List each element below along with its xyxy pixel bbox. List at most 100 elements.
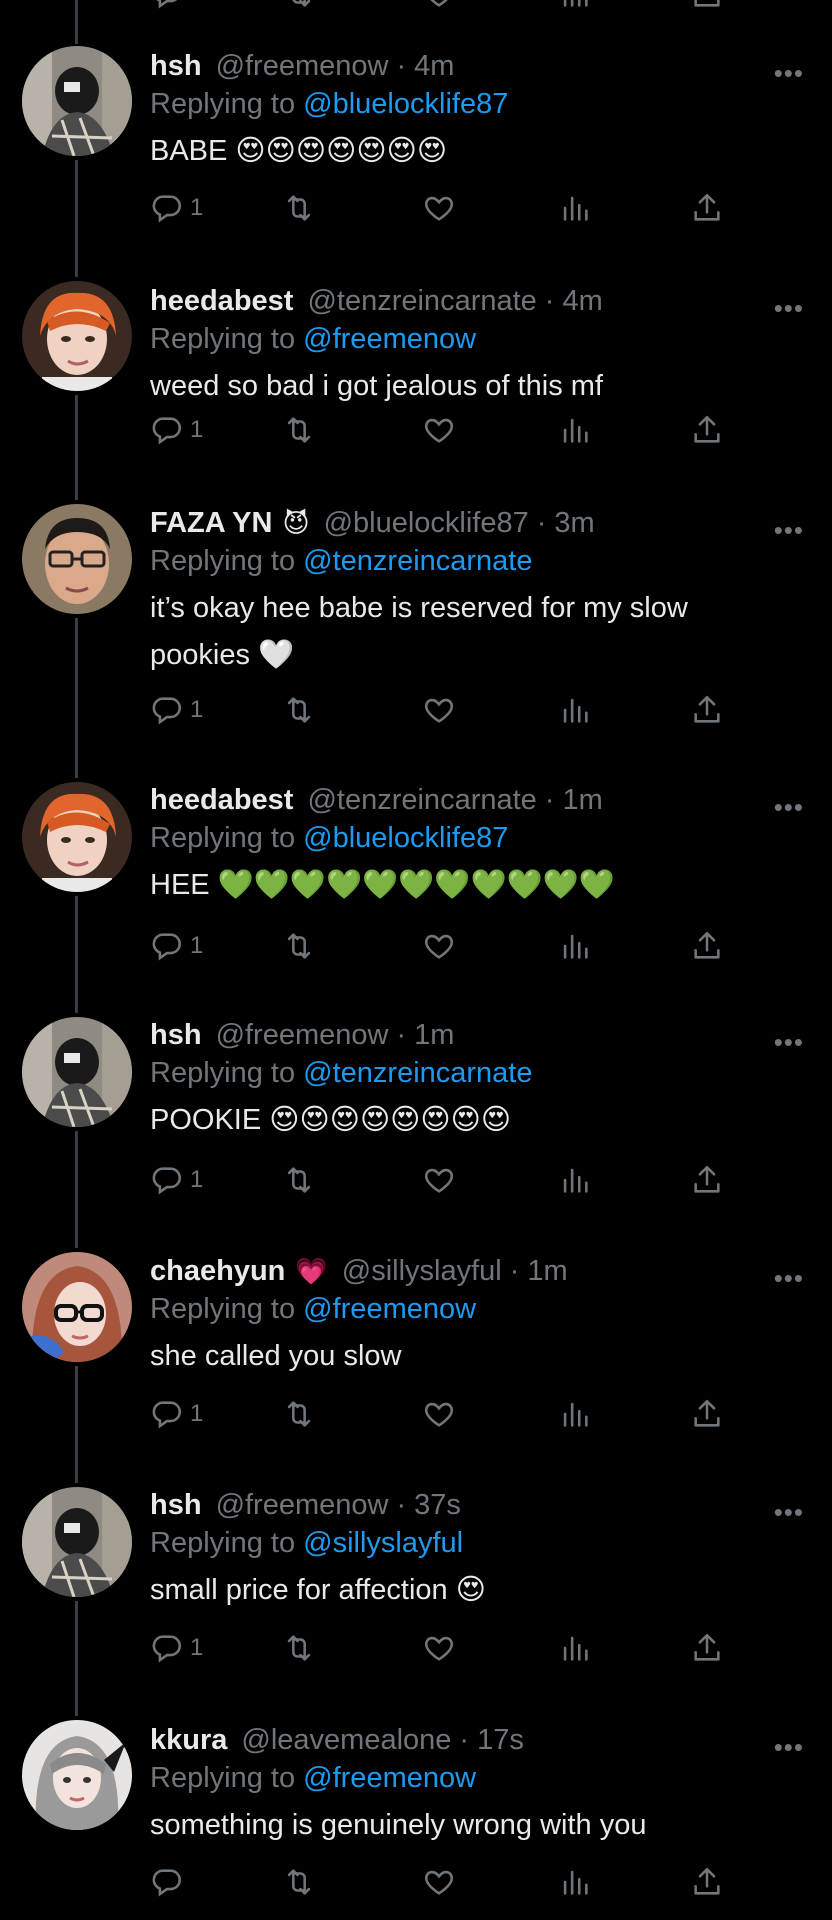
replying-to-handle[interactable]: @freemenow <box>303 1762 476 1794</box>
retweet-button[interactable] <box>282 690 316 730</box>
share-icon <box>690 1163 724 1197</box>
reply-button[interactable]: 1 <box>150 690 203 730</box>
views-button[interactable] <box>558 1862 592 1902</box>
timestamp[interactable]: 1m <box>414 1017 454 1053</box>
reply-count: 1 <box>190 1400 204 1427</box>
more-icon[interactable]: ••• <box>774 1497 804 1528</box>
replying-to-handle[interactable]: @freemenow <box>303 323 476 355</box>
separator-dot: · <box>509 1255 520 1287</box>
more-icon[interactable]: ••• <box>774 515 804 546</box>
like-button[interactable] <box>422 1628 456 1668</box>
replying-to-handle[interactable]: @tenzreincarnate <box>303 1057 532 1089</box>
share-button[interactable] <box>690 926 724 966</box>
avatar[interactable] <box>22 1487 132 1597</box>
display-name[interactable]: heedabest <box>150 782 293 818</box>
retweet-button[interactable] <box>282 188 316 228</box>
timestamp[interactable]: 1m <box>562 782 602 818</box>
share-button[interactable] <box>690 1160 724 1200</box>
replying-to-handle[interactable]: @freemenow <box>303 1293 476 1325</box>
like-button[interactable] <box>422 410 456 450</box>
user-handle[interactable]: @bluelocklife87 <box>324 505 529 541</box>
reply-button[interactable]: 1 <box>150 410 203 450</box>
like-button[interactable] <box>422 1160 456 1200</box>
share-button[interactable] <box>690 410 724 450</box>
retweet-button[interactable] <box>282 1394 316 1434</box>
user-handle[interactable]: @freemenow <box>216 1017 389 1053</box>
tweet-text: it’s okay hee babe is reserved for my sl… <box>150 592 688 671</box>
display-name[interactable]: hsh <box>150 1487 202 1523</box>
avatar[interactable] <box>22 1720 132 1830</box>
share-button[interactable] <box>690 1394 724 1434</box>
views-button[interactable] <box>558 690 592 730</box>
replying-to-handle[interactable]: @bluelocklife87 <box>303 822 508 854</box>
avatar[interactable] <box>22 1017 132 1127</box>
views-button[interactable] <box>558 926 592 966</box>
reply-button[interactable]: 1 <box>150 926 203 966</box>
reply-icon <box>150 693 184 727</box>
more-icon[interactable]: ••• <box>774 58 804 89</box>
user-handle[interactable]: @tenzreincarnate <box>307 782 536 818</box>
retweet-icon <box>282 0 316 14</box>
timestamp[interactable]: 17s <box>477 1722 524 1758</box>
display-name[interactable]: FAZA YN <box>150 505 272 541</box>
timestamp[interactable]: 37s <box>414 1487 461 1523</box>
retweet-button[interactable] <box>282 1628 316 1668</box>
more-icon[interactable]: ••• <box>774 1263 804 1294</box>
avatar[interactable] <box>22 281 132 391</box>
heart-icon <box>422 1163 456 1197</box>
views-button[interactable] <box>558 188 592 228</box>
user-handle[interactable]: @sillyslayful <box>342 1253 502 1289</box>
more-icon[interactable]: ••• <box>774 1027 804 1058</box>
replying-to-handle[interactable]: @bluelocklife87 <box>303 88 508 120</box>
avatar[interactable] <box>22 46 132 156</box>
more-icon[interactable]: ••• <box>774 1732 804 1763</box>
display-name[interactable]: hsh <box>150 48 202 84</box>
avatar[interactable] <box>22 504 132 614</box>
heart-icon <box>422 1397 456 1431</box>
share-button[interactable] <box>690 1628 724 1668</box>
reply-icon <box>150 1163 184 1197</box>
reply-button[interactable]: 1 <box>150 1628 203 1668</box>
views-button[interactable] <box>558 1394 592 1434</box>
reply-button[interactable]: 1 <box>150 188 203 228</box>
retweet-button[interactable] <box>282 1160 316 1200</box>
timestamp[interactable]: 4m <box>414 48 454 84</box>
display-name[interactable]: kkura <box>150 1722 227 1758</box>
like-button[interactable] <box>422 690 456 730</box>
retweet-button[interactable] <box>282 926 316 966</box>
display-name[interactable]: heedabest <box>150 283 293 319</box>
timestamp[interactable]: 3m <box>554 505 594 541</box>
tweet-actions: 1 <box>150 1160 730 1200</box>
user-handle[interactable]: @freemenow <box>216 1487 389 1523</box>
views-button[interactable] <box>558 410 592 450</box>
timestamp[interactable]: 1m <box>527 1253 567 1289</box>
like-button[interactable] <box>422 1862 456 1902</box>
views-button[interactable] <box>558 1160 592 1200</box>
user-handle[interactable]: @tenzreincarnate <box>307 283 536 319</box>
views-button[interactable] <box>558 1628 592 1668</box>
avatar[interactable] <box>22 782 132 892</box>
reply-button[interactable]: 1 <box>150 1394 203 1434</box>
retweet-button[interactable] <box>282 410 316 450</box>
display-name[interactable]: chaehyun <box>150 1253 285 1289</box>
views-icon <box>558 413 592 447</box>
replying-to-handle[interactable]: @tenzreincarnate <box>303 545 532 577</box>
display-name[interactable]: hsh <box>150 1017 202 1053</box>
reply-button[interactable] <box>150 1862 184 1902</box>
retweet-button[interactable] <box>282 1862 316 1902</box>
like-button[interactable] <box>422 1394 456 1434</box>
share-button[interactable] <box>690 188 724 228</box>
share-button[interactable] <box>690 1862 724 1902</box>
more-icon[interactable]: ••• <box>774 293 804 324</box>
like-button[interactable] <box>422 188 456 228</box>
timestamp[interactable]: 4m <box>562 283 602 319</box>
like-button[interactable] <box>422 926 456 966</box>
reply-button[interactable]: 1 <box>150 1160 203 1200</box>
share-button[interactable] <box>690 690 724 730</box>
replying-to-line: Replying to @bluelocklife87 <box>150 86 742 122</box>
user-handle[interactable]: @freemenow <box>216 48 389 84</box>
user-handle[interactable]: @leavemealone <box>241 1722 451 1758</box>
avatar[interactable] <box>22 1252 132 1362</box>
replying-to-handle[interactable]: @sillyslayful <box>303 1527 463 1559</box>
more-icon[interactable]: ••• <box>774 792 804 823</box>
